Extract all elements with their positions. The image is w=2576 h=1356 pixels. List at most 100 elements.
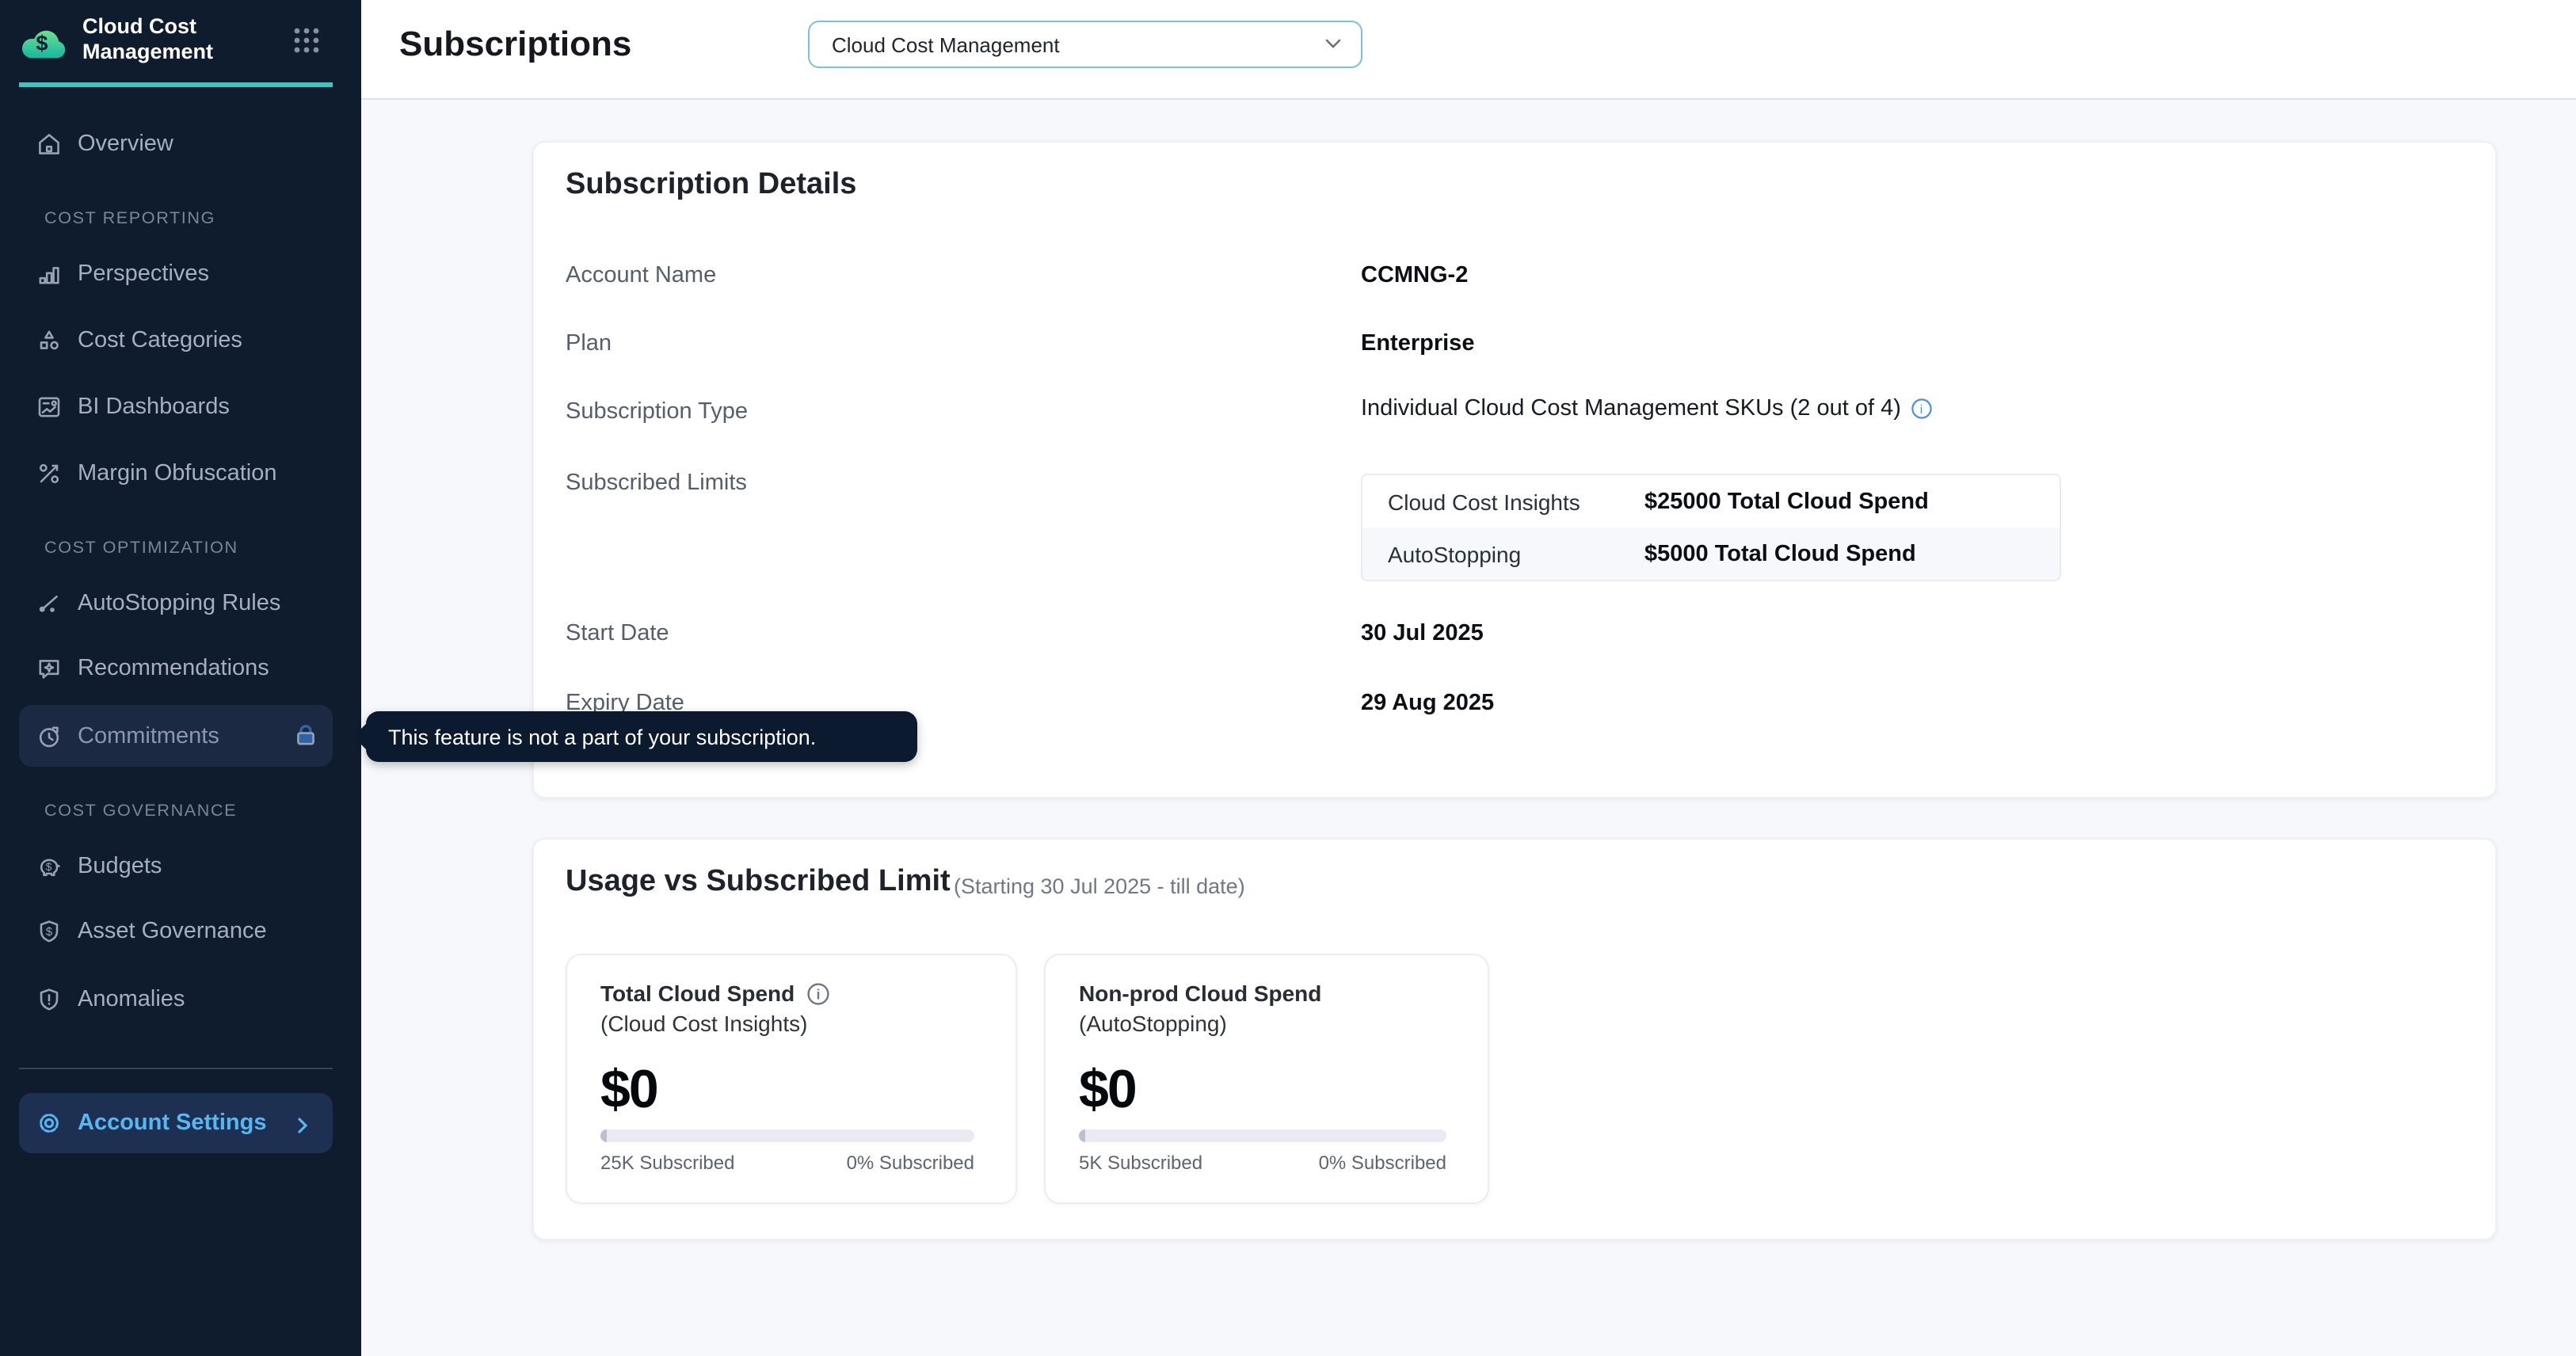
table-row: Cloud Cost Insights $25000 Total Cloud S…: [1362, 475, 2060, 528]
subscribed-amount-label: 25K Subscribed: [600, 1152, 734, 1174]
start-date-value: 30 Jul 2025: [1361, 621, 1484, 646]
subscribed-percent-label: 0% Subscribed: [1319, 1152, 1446, 1174]
subscription-tooltip: This feature is not a part of your subsc…: [366, 711, 917, 762]
usage-progress-bar: [1079, 1129, 1446, 1142]
subscription-type-text: Individual Cloud Cost Management SKUs (2…: [1361, 396, 1901, 421]
start-date-label: Start Date: [566, 621, 669, 646]
section-cost-optimization: COST OPTIMIZATION: [44, 539, 238, 558]
recommendation-icon: [35, 654, 63, 683]
svg-text:$: $: [36, 31, 48, 55]
usage-progress-bar: [600, 1129, 974, 1142]
usage-card-title: Total Cloud Spend i: [600, 981, 829, 1006]
sidebar-item-commitments[interactable]: Commitments: [19, 705, 333, 767]
subscription-details-card: Subscription Details Account Name CCMNG-…: [532, 141, 2497, 798]
module-selector-dropdown[interactable]: Cloud Cost Management: [808, 21, 1362, 68]
sidebar-accent-divider: [19, 82, 333, 86]
usage-subtitle: (Starting 30 Jul 2025 - till date): [954, 874, 1245, 898]
sidebar-item-autostopping-rules[interactable]: AutoStopping Rules: [19, 572, 333, 635]
subscribed-limits-table: Cloud Cost Insights $25000 Total Cloud S…: [1361, 474, 2061, 581]
sidebar-item-label: Account Settings: [78, 1110, 266, 1136]
shield-alert-icon: [35, 985, 63, 1014]
module-switcher-grid-icon[interactable]: [293, 27, 320, 62]
dashboard-icon: [35, 393, 63, 421]
info-icon[interactable]: i: [1911, 398, 1933, 420]
usage-amount: $0: [1079, 1060, 1136, 1122]
shapes-icon: [35, 326, 63, 355]
app-title: Cloud Cost Management: [82, 14, 241, 65]
shield-dollar-icon: $: [35, 917, 63, 946]
usage-card-title-text: Total Cloud Spend: [600, 981, 795, 1006]
svg-text:$: $: [46, 925, 53, 939]
sidebar-item-label: Cost Categories: [78, 328, 242, 353]
svg-text:i: i: [816, 985, 820, 1001]
sidebar-item-label: Perspectives: [78, 261, 209, 287]
sidebar-item-label: Recommendations: [78, 656, 269, 681]
subscribed-percent-label: 0% Subscribed: [847, 1152, 974, 1174]
table-row: AutoStopping $5000 Total Cloud Spend: [1362, 528, 2060, 580]
sidebar-item-asset-governance[interactable]: $ Asset Governance: [19, 900, 333, 963]
sidebar-item-label: Budgets: [78, 854, 162, 879]
account-name-label: Account Name: [566, 263, 716, 288]
sidebar-item-label: Anomalies: [78, 987, 185, 1012]
sidebar-item-label: AutoStopping Rules: [78, 591, 280, 616]
limit-name: Cloud Cost Insights: [1362, 489, 1644, 514]
sidebar-item-label: Margin Obfuscation: [78, 461, 276, 486]
autostopping-icon: [35, 589, 63, 618]
page-title: Subscriptions: [399, 24, 631, 65]
nonprod-cloud-spend-card: Non-prod Cloud Spend (AutoStopping) $0 5…: [1044, 954, 1489, 1204]
sidebar-item-label: Asset Governance: [78, 919, 267, 944]
sidebar: $ Cloud Cost Management Overview COST RE…: [0, 0, 361, 1356]
tooltip-text: This feature is not a part of your subsc…: [388, 725, 816, 748]
app-window: $ Cloud Cost Management Overview COST RE…: [0, 0, 2576, 1356]
sidebar-item-cost-categories[interactable]: Cost Categories: [19, 309, 333, 372]
subscribed-limits-label: Subscribed Limits: [566, 470, 747, 496]
sidebar-item-account-settings[interactable]: Account Settings: [19, 1093, 333, 1153]
sidebar-item-perspectives[interactable]: Perspectives: [19, 242, 333, 306]
subscription-type-label: Subscription Type: [566, 399, 748, 425]
gear-icon: [35, 1109, 63, 1137]
sidebar-item-label: Commitments: [78, 723, 219, 748]
info-icon[interactable]: i: [806, 981, 829, 1005]
subscription-type-value: Individual Cloud Cost Management SKUs (2…: [1361, 396, 1933, 421]
sidebar-divider: [19, 1068, 333, 1069]
piggy-bank-icon: $: [35, 852, 63, 881]
expiry-date-value: 29 Aug 2025: [1361, 691, 1494, 716]
chevron-down-icon: [1324, 38, 1342, 51]
main-area: Subscriptions Cloud Cost Management Subs…: [361, 0, 2576, 1356]
module-selector-value: Cloud Cost Management: [832, 32, 1060, 56]
usage-card-title-text: Non-prod Cloud Spend: [1079, 981, 1321, 1006]
chevron-right-icon: [295, 1115, 312, 1141]
svg-text:i: i: [1920, 403, 1923, 417]
usage-card-subtitle: (Cloud Cost Insights): [600, 1011, 807, 1036]
section-cost-reporting: COST REPORTING: [44, 209, 215, 228]
sidebar-item-bi-dashboards[interactable]: BI Dashboards: [19, 375, 333, 439]
sidebar-item-label: Overview: [78, 131, 173, 157]
sidebar-item-recommendations[interactable]: Recommendations: [19, 637, 333, 700]
limit-name: AutoStopping: [1362, 541, 1644, 566]
bar-chart-icon: [35, 260, 63, 288]
plan-value: Enterprise: [1361, 331, 1474, 356]
sidebar-item-margin-obfuscation[interactable]: Margin Obfuscation: [19, 442, 333, 505]
usage-card-subtitle: (AutoStopping): [1079, 1011, 1227, 1036]
percent-icon: [35, 459, 63, 488]
usage-card-title: Non-prod Cloud Spend: [1079, 981, 1321, 1006]
svg-text:$: $: [46, 860, 52, 873]
clock-icon: [35, 722, 63, 750]
sidebar-item-overview[interactable]: Overview: [19, 112, 333, 176]
limit-value: $25000 Total Cloud Spend: [1644, 489, 1929, 514]
usage-amount: $0: [600, 1060, 657, 1122]
sidebar-item-label: BI Dashboards: [78, 394, 230, 420]
account-name-value: CCMNG-2: [1361, 263, 1468, 288]
sidebar-item-anomalies[interactable]: Anomalies: [19, 968, 333, 1031]
subscribed-amount-label: 5K Subscribed: [1079, 1152, 1202, 1174]
home-icon: [35, 130, 63, 158]
plan-label: Plan: [566, 331, 612, 356]
lock-icon: [293, 722, 318, 754]
total-cloud-spend-card: Total Cloud Spend i (Cloud Cost Insights…: [566, 954, 1017, 1204]
sidebar-item-budgets[interactable]: $ Budgets: [19, 835, 333, 898]
section-cost-governance: COST GOVERNANCE: [44, 802, 237, 821]
usage-title: Usage vs Subscribed Limit: [566, 865, 951, 900]
usage-vs-limit-card: Usage vs Subscribed Limit (Starting 30 J…: [532, 838, 2497, 1240]
subscription-details-title: Subscription Details: [566, 168, 856, 203]
limit-value: $5000 Total Cloud Spend: [1644, 541, 1916, 566]
